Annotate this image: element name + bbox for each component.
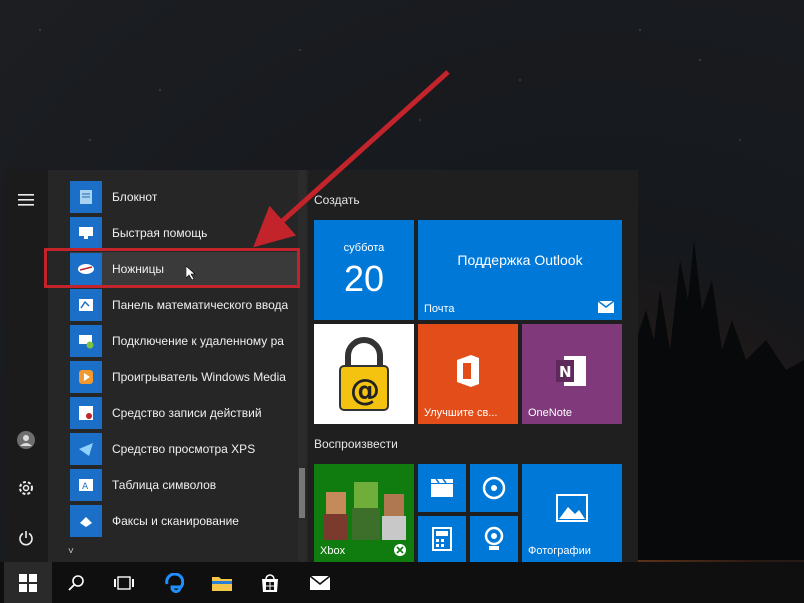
onenote-icon: N — [556, 356, 586, 386]
office-icon — [457, 355, 479, 387]
camera-tile[interactable] — [470, 516, 518, 562]
file-explorer-icon[interactable] — [198, 562, 246, 603]
math-input-icon — [70, 289, 102, 321]
app-label: Средство просмотра XPS — [112, 442, 256, 456]
photos-tile-label: Фотографии — [528, 545, 591, 557]
app-list: Блокнот Быстрая помощь Ножницы Панель ма… — [48, 170, 308, 562]
app-label: Таблица символов — [112, 478, 217, 492]
app-list-scrollbar[interactable] — [298, 170, 306, 562]
app-label: Подключение к удаленному ра — [112, 334, 284, 348]
svg-text:N: N — [559, 363, 572, 381]
app-label: Панель математического ввода — [112, 298, 289, 312]
calculator-tile[interactable] — [418, 516, 466, 562]
photo-icon — [556, 494, 588, 522]
taskbar — [0, 562, 804, 603]
search-icon[interactable] — [52, 562, 100, 603]
xbox-tile[interactable]: Xbox — [314, 464, 414, 562]
group-play-header: Воспроизвести — [314, 437, 398, 451]
xbox-tile-label: Xbox — [320, 545, 346, 557]
calculator-icon — [432, 527, 452, 551]
steps-recorder-icon — [70, 397, 102, 429]
app-notepad[interactable]: Блокнот — [70, 180, 306, 214]
music-disc-icon — [482, 476, 506, 500]
media-player-icon — [70, 361, 102, 393]
app-fax-scan[interactable]: Факсы и сканирование — [70, 504, 306, 538]
task-view-icon[interactable] — [100, 562, 148, 603]
app-steps-recorder[interactable]: Средство записи действий — [70, 396, 306, 430]
windows-start-icon[interactable] — [4, 562, 52, 603]
scrollbar-thumb[interactable] — [299, 468, 305, 518]
envelope-icon — [598, 301, 614, 313]
gear-icon[interactable] — [10, 472, 42, 504]
app-label: Блокнот — [112, 190, 158, 204]
user-icon[interactable] — [10, 424, 42, 456]
app-label: Средство записи действий — [112, 406, 262, 420]
fax-scan-icon — [70, 505, 102, 537]
webcam-icon — [484, 526, 504, 550]
start-rail — [4, 170, 48, 562]
start-menu: Блокнот Быстрая помощь Ножницы Панель ма… — [4, 170, 638, 562]
app-label: Быстрая помощь — [112, 226, 208, 240]
svg-text:@: @ — [350, 373, 380, 408]
calendar-tile[interactable]: суббота 20 — [314, 220, 414, 320]
mail-icon[interactable] — [296, 562, 344, 603]
hamburger-icon[interactable] — [10, 184, 42, 216]
office-tile-label: Улучшите св... — [424, 407, 498, 419]
groove-tile[interactable] — [470, 464, 518, 512]
padlock-icon: @ — [339, 337, 389, 411]
app-label: Проигрыватель Windows Media — [112, 370, 286, 384]
app-remote-desktop[interactable]: Подключение к удаленному ра — [70, 324, 306, 358]
mail-tile[interactable]: Поддержка Outlook Почта — [418, 220, 622, 320]
svg-text:A: A — [82, 482, 89, 492]
xbox-avatars-image — [324, 482, 406, 540]
app-math-input[interactable]: Панель математического ввода — [70, 288, 306, 322]
onenote-tile-label: OneNote — [528, 407, 573, 419]
mail-tile-label: Почта — [424, 303, 455, 315]
highlight-box — [44, 248, 300, 288]
calendar-date: 20 — [343, 258, 385, 299]
tile-area: Создать суббота 20 Поддержка Outlook Поч… — [308, 170, 638, 562]
character-map-icon: A — [70, 469, 102, 501]
app-quick-assist[interactable]: Быстрая помощь — [70, 216, 306, 250]
collapse-chevron-icon[interactable]: ˅ — [68, 546, 74, 557]
app-media-player[interactable]: Проигрыватель Windows Media — [70, 360, 306, 394]
calendar-day: суббота — [343, 242, 385, 254]
edge-icon[interactable] — [150, 562, 198, 603]
power-icon[interactable] — [10, 522, 42, 554]
app-character-map[interactable]: A Таблица символов — [70, 468, 306, 502]
pine-trees — [636, 240, 804, 560]
office-tile[interactable]: Улучшите св... — [418, 324, 518, 424]
quick-assist-icon — [70, 217, 102, 249]
xbox-logo-icon — [394, 544, 406, 556]
outlook-support-text: Поддержка Outlook — [457, 252, 583, 268]
movies-tile[interactable] — [418, 464, 466, 512]
remote-desktop-icon — [70, 325, 102, 357]
keepass-tile[interactable]: @ — [314, 324, 414, 424]
store-icon[interactable] — [246, 562, 294, 603]
photos-tile[interactable]: Фотографии — [522, 464, 622, 562]
app-xps-viewer[interactable]: Средство просмотра XPS — [70, 432, 306, 466]
notepad-icon — [70, 181, 102, 213]
clapperboard-icon — [431, 478, 453, 497]
group-create-header: Создать — [314, 193, 360, 207]
xps-viewer-icon — [70, 433, 102, 465]
app-label: Факсы и сканирование — [112, 514, 239, 528]
onenote-tile[interactable]: N OneNote — [522, 324, 622, 424]
